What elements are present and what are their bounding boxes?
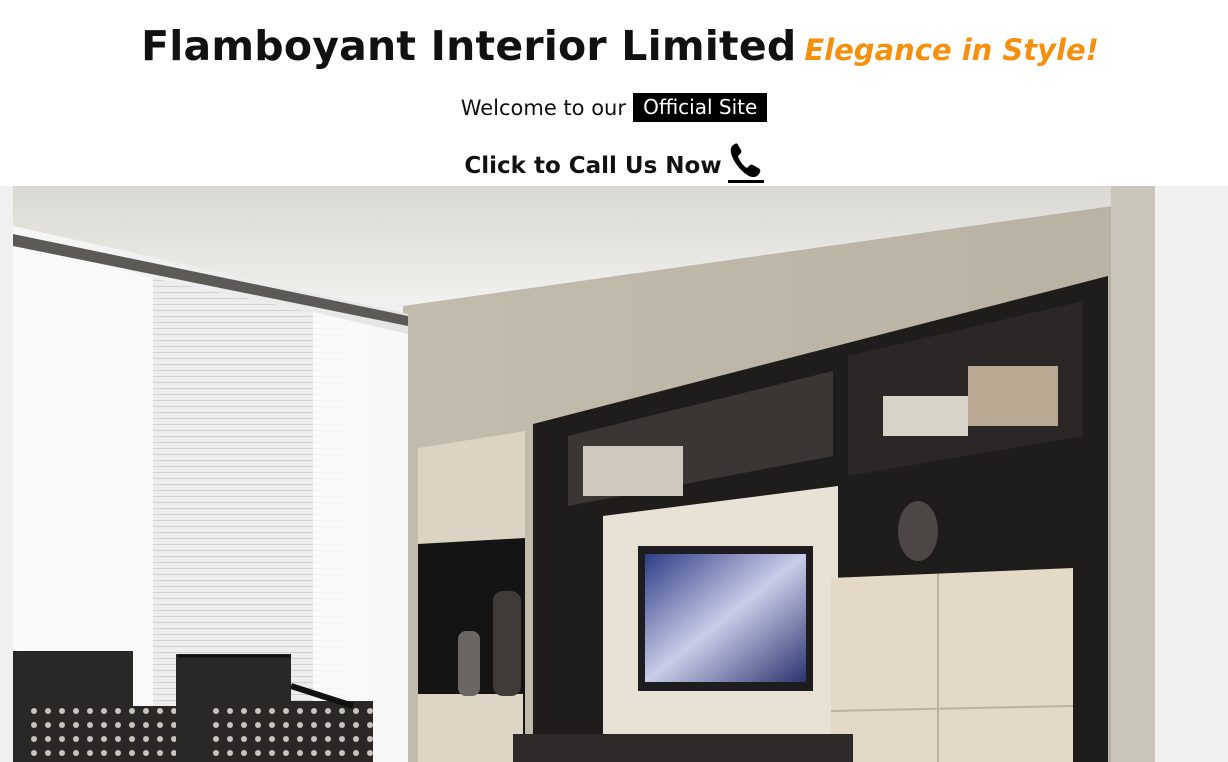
site-tagline: Elegance in Style! [804, 33, 1099, 67]
official-site-badge: Official Site [633, 93, 768, 122]
title-row: Flamboyant Interior Limited Elegance in S… [0, 22, 1228, 70]
hero-section [0, 186, 1228, 762]
site-title: Flamboyant Interior Limited [141, 22, 797, 70]
welcome-text: Welcome to our [460, 96, 626, 120]
call-us-label: Click to Call Us Now [464, 153, 722, 179]
welcome-row: Welcome to our Official Site [0, 93, 1228, 122]
call-row: Click to Call Us Now [0, 141, 1228, 183]
phone-icon [727, 141, 764, 183]
call-us-link[interactable]: Click to Call Us Now [464, 143, 764, 183]
living-room-photo [13, 186, 1155, 762]
site-header: Flamboyant Interior Limited Elegance in S… [0, 0, 1228, 186]
